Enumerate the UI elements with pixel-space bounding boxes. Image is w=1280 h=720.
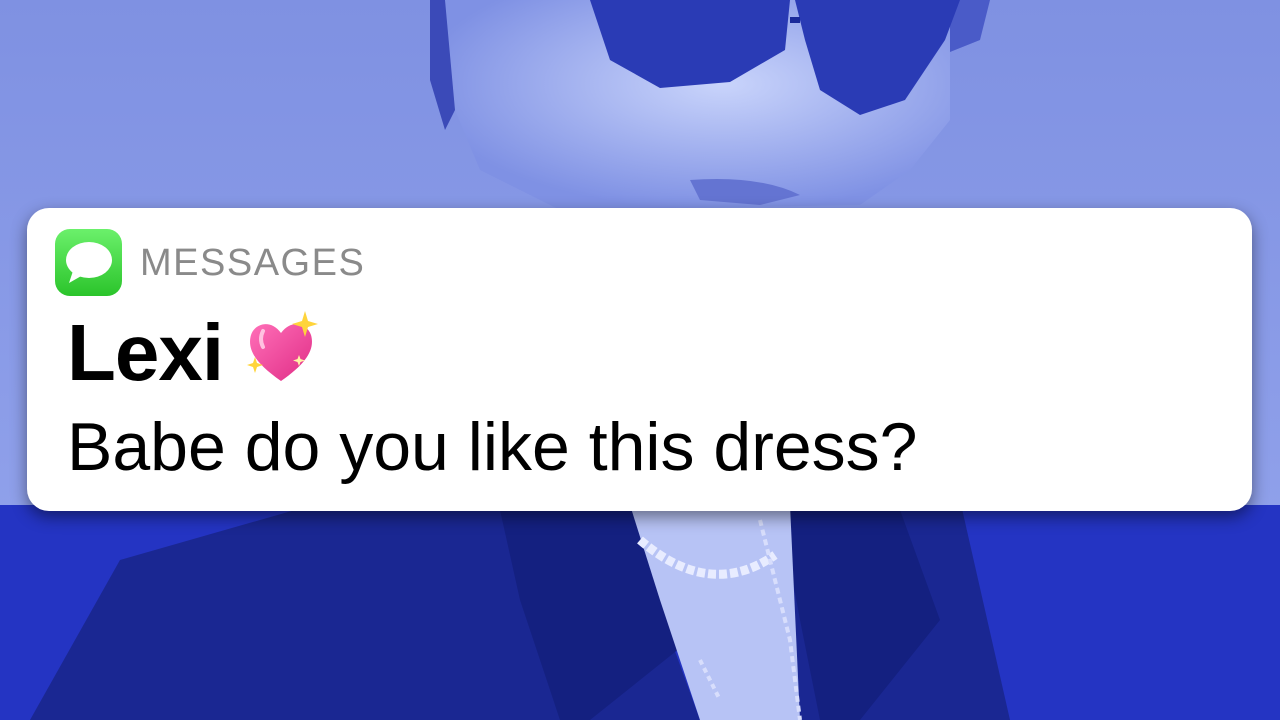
- message-notification[interactable]: MESSAGES Lexi Babe do you like this dres…: [27, 208, 1252, 511]
- app-name-label: MESSAGES: [140, 241, 366, 284]
- messages-app-icon: [55, 229, 122, 296]
- message-preview: Babe do you like this dress?: [67, 409, 918, 485]
- sender-row: Lexi: [67, 308, 321, 398]
- notification-header: MESSAGES: [55, 229, 365, 296]
- sender-name: Lexi: [67, 308, 224, 397]
- sparkling-heart-icon: [245, 311, 321, 387]
